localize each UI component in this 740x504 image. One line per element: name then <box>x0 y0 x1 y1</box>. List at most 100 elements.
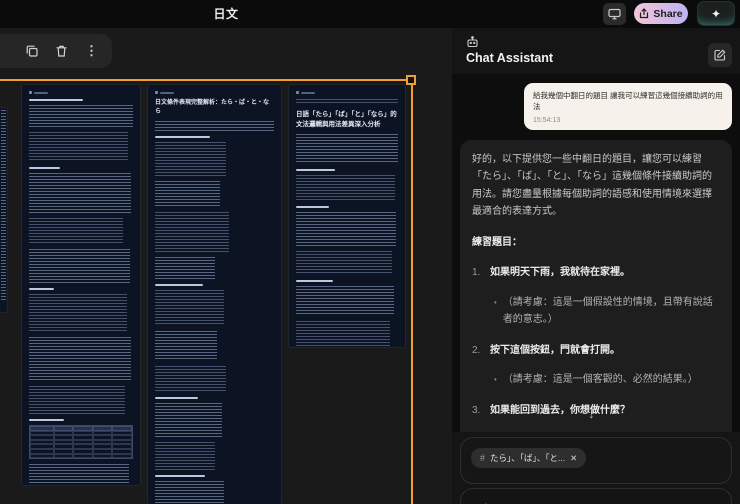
note-text: （請考慮：這是一個假設性的情境，且帶有說話者的意志。） <box>502 296 713 326</box>
page-heading-line <box>296 279 333 282</box>
page-title: 日文條件表現完整解析：たら・ば・と・なら <box>155 100 270 115</box>
page-heading-line <box>29 419 65 421</box>
assistant-section-title: 練習題目： <box>472 236 522 248</box>
chat-header: Chat Assistant <box>452 28 740 74</box>
page-text-lines <box>296 133 398 164</box>
user-message-text: 給我幾個中翻日的題目 讓我可以練習這幾個接續助詞的用法 <box>533 91 723 112</box>
trash-icon[interactable] <box>56 45 67 57</box>
page-text-lines <box>155 290 225 326</box>
note-text: （請考慮：這是一個客觀的、必然的結果。） <box>502 374 698 385</box>
page-heading-line <box>296 168 335 171</box>
chat-assistant-panel: Chat Assistant 給我幾個中翻日的題目 讓我可以練習這幾個接續助詞的… <box>452 28 740 504</box>
present-button[interactable] <box>603 3 626 25</box>
new-chat-button[interactable] <box>708 43 732 67</box>
composer-context-area: # たら」、「ば」、「と... ✕ <box>460 437 732 484</box>
practice-item-note: • （請考慮：這是一個客觀的、必然的結果。） <box>494 371 720 389</box>
page-text-lines <box>296 250 392 275</box>
selection-handle[interactable] <box>406 74 416 85</box>
practice-item: 1. 如果明天下雨，我就待在家裡。 <box>472 264 720 282</box>
item-number: 2. <box>472 344 481 356</box>
page-heading-line <box>29 99 84 101</box>
upload-icon <box>639 8 649 19</box>
page-heading-line <box>29 288 54 290</box>
down-arrow-icon: ↓ <box>588 406 595 421</box>
page-heading-line <box>29 167 61 169</box>
composer-input-area[interactable] <box>460 488 732 504</box>
page-heading-line <box>155 284 203 286</box>
page-text-lines <box>296 285 394 316</box>
document-page-3[interactable]: 日語「たら」「ば」「と」「なら」的文法邏輯與用法差異深入分析 <box>289 85 405 347</box>
page-text-lines <box>155 142 227 176</box>
monitor-icon <box>608 8 621 20</box>
page-badge <box>155 91 274 94</box>
assistant-intro: 好的，以下提供您一些中翻日的題目，讓您可以練習「たら」、「ば」、「と」、「なら」… <box>472 153 712 218</box>
robot-icon <box>466 36 479 48</box>
close-icon[interactable]: ✕ <box>570 453 577 464</box>
item-number: 3. <box>472 404 481 416</box>
page-text-lines <box>155 481 225 504</box>
page-text-lines <box>29 386 125 414</box>
page-badge <box>29 91 133 94</box>
page-text-lines <box>296 99 398 105</box>
page-title: 日語「たら」「ば」「と」「なら」的文法邏輯與用法差異深入分析 <box>296 111 397 128</box>
page-text-lines <box>29 173 131 213</box>
page-text-lines <box>296 174 395 201</box>
user-message-bubble: 給我幾個中翻日的題目 讓我可以練習這幾個接續助詞的用法 15:54:13 <box>524 83 732 130</box>
comparison-table <box>29 425 133 460</box>
duplicate-icon[interactable] <box>26 45 38 57</box>
bullet-icon: • <box>494 375 497 384</box>
page-text-lines <box>29 337 131 381</box>
share-button[interactable]: Share <box>634 3 688 24</box>
page-text-lines <box>155 403 222 437</box>
page-text-lines <box>296 211 396 246</box>
document-canvas[interactable]: ⋮ 日文條件表現完整解析：たら・ば・と・なら 日語「たら」「ば」「と」「なら」的… <box>0 28 452 504</box>
document-page-1[interactable] <box>22 85 140 485</box>
page-text-lines <box>29 464 129 485</box>
document-page-partial[interactable] <box>0 108 7 312</box>
document-page-2[interactable]: 日文條件表現完整解析：たら・ば・と・なら <box>148 85 281 504</box>
page-text-lines <box>29 249 130 283</box>
item-statement: 如果能回到過去，你想做什麼？ <box>490 404 630 416</box>
page-text-lines <box>155 212 229 252</box>
practice-item: 3. 如果能回到過去，你想做什麼？ <box>472 402 720 420</box>
page-text-lines <box>155 331 217 361</box>
page-heading-line <box>155 397 198 399</box>
message-list[interactable]: 給我幾個中翻日的題目 讓我可以練習這幾個接續助詞的用法 15:54:13 好的，… <box>452 74 740 432</box>
selection-toolbar: ⋮ <box>0 34 112 68</box>
document-title: 日文 <box>213 7 239 21</box>
more-options-icon[interactable]: ⋮ <box>85 43 98 59</box>
context-chip-label: たら」、「ば」、「と... <box>490 453 566 463</box>
page-text-lines <box>29 132 128 162</box>
context-reference-chip[interactable]: # たら」、「ば」、「と... ✕ <box>471 448 587 468</box>
block-reference-icon: # <box>480 453 486 463</box>
user-message-timestamp: 15:54:13 <box>533 116 561 124</box>
page-text-lines <box>296 320 390 347</box>
page-text-lines <box>29 105 133 127</box>
page-text-lines <box>155 181 221 207</box>
compose-icon <box>714 49 726 61</box>
page-text-lines <box>29 294 127 332</box>
ai-sparkle-button[interactable]: ✦ <box>697 1 735 26</box>
page-text-lines <box>1 110 6 300</box>
page-text-lines <box>155 121 274 131</box>
page-heading-line <box>155 136 210 138</box>
practice-item-note: • （請考慮：這是一個假設性的情境，且帶有說話者的意志。） <box>494 294 720 329</box>
selection-border-top <box>0 79 413 81</box>
item-statement: 按下這個按鈕，門就會打開。 <box>490 344 620 356</box>
page-badge <box>296 91 398 94</box>
scroll-to-bottom-button[interactable]: ↓ <box>588 406 595 421</box>
bullet-icon: • <box>494 431 497 432</box>
practice-item-note: • （請考慮：這是一個不太可能實現的假設。） <box>494 431 720 432</box>
practice-item: 2. 按下這個按鈕，門就會打開。 <box>472 342 720 360</box>
title-bar: 日文 Share ✦ <box>0 0 740 28</box>
item-number: 1. <box>472 267 481 278</box>
assistant-message-bubble: 好的，以下提供您一些中翻日的題目，讓您可以練習「たら」、「ば」、「と」、「なら」… <box>460 139 732 432</box>
page-heading-line <box>296 205 329 208</box>
item-statement: 如果明天下雨，我就待在家裡。 <box>490 267 630 278</box>
page-text-lines <box>29 218 123 244</box>
selection-border-right <box>411 79 413 504</box>
page-text-lines <box>155 442 215 470</box>
page-text-lines <box>155 257 215 279</box>
sparkle-icon: ✦ <box>710 6 722 21</box>
page-heading-line <box>155 475 205 477</box>
